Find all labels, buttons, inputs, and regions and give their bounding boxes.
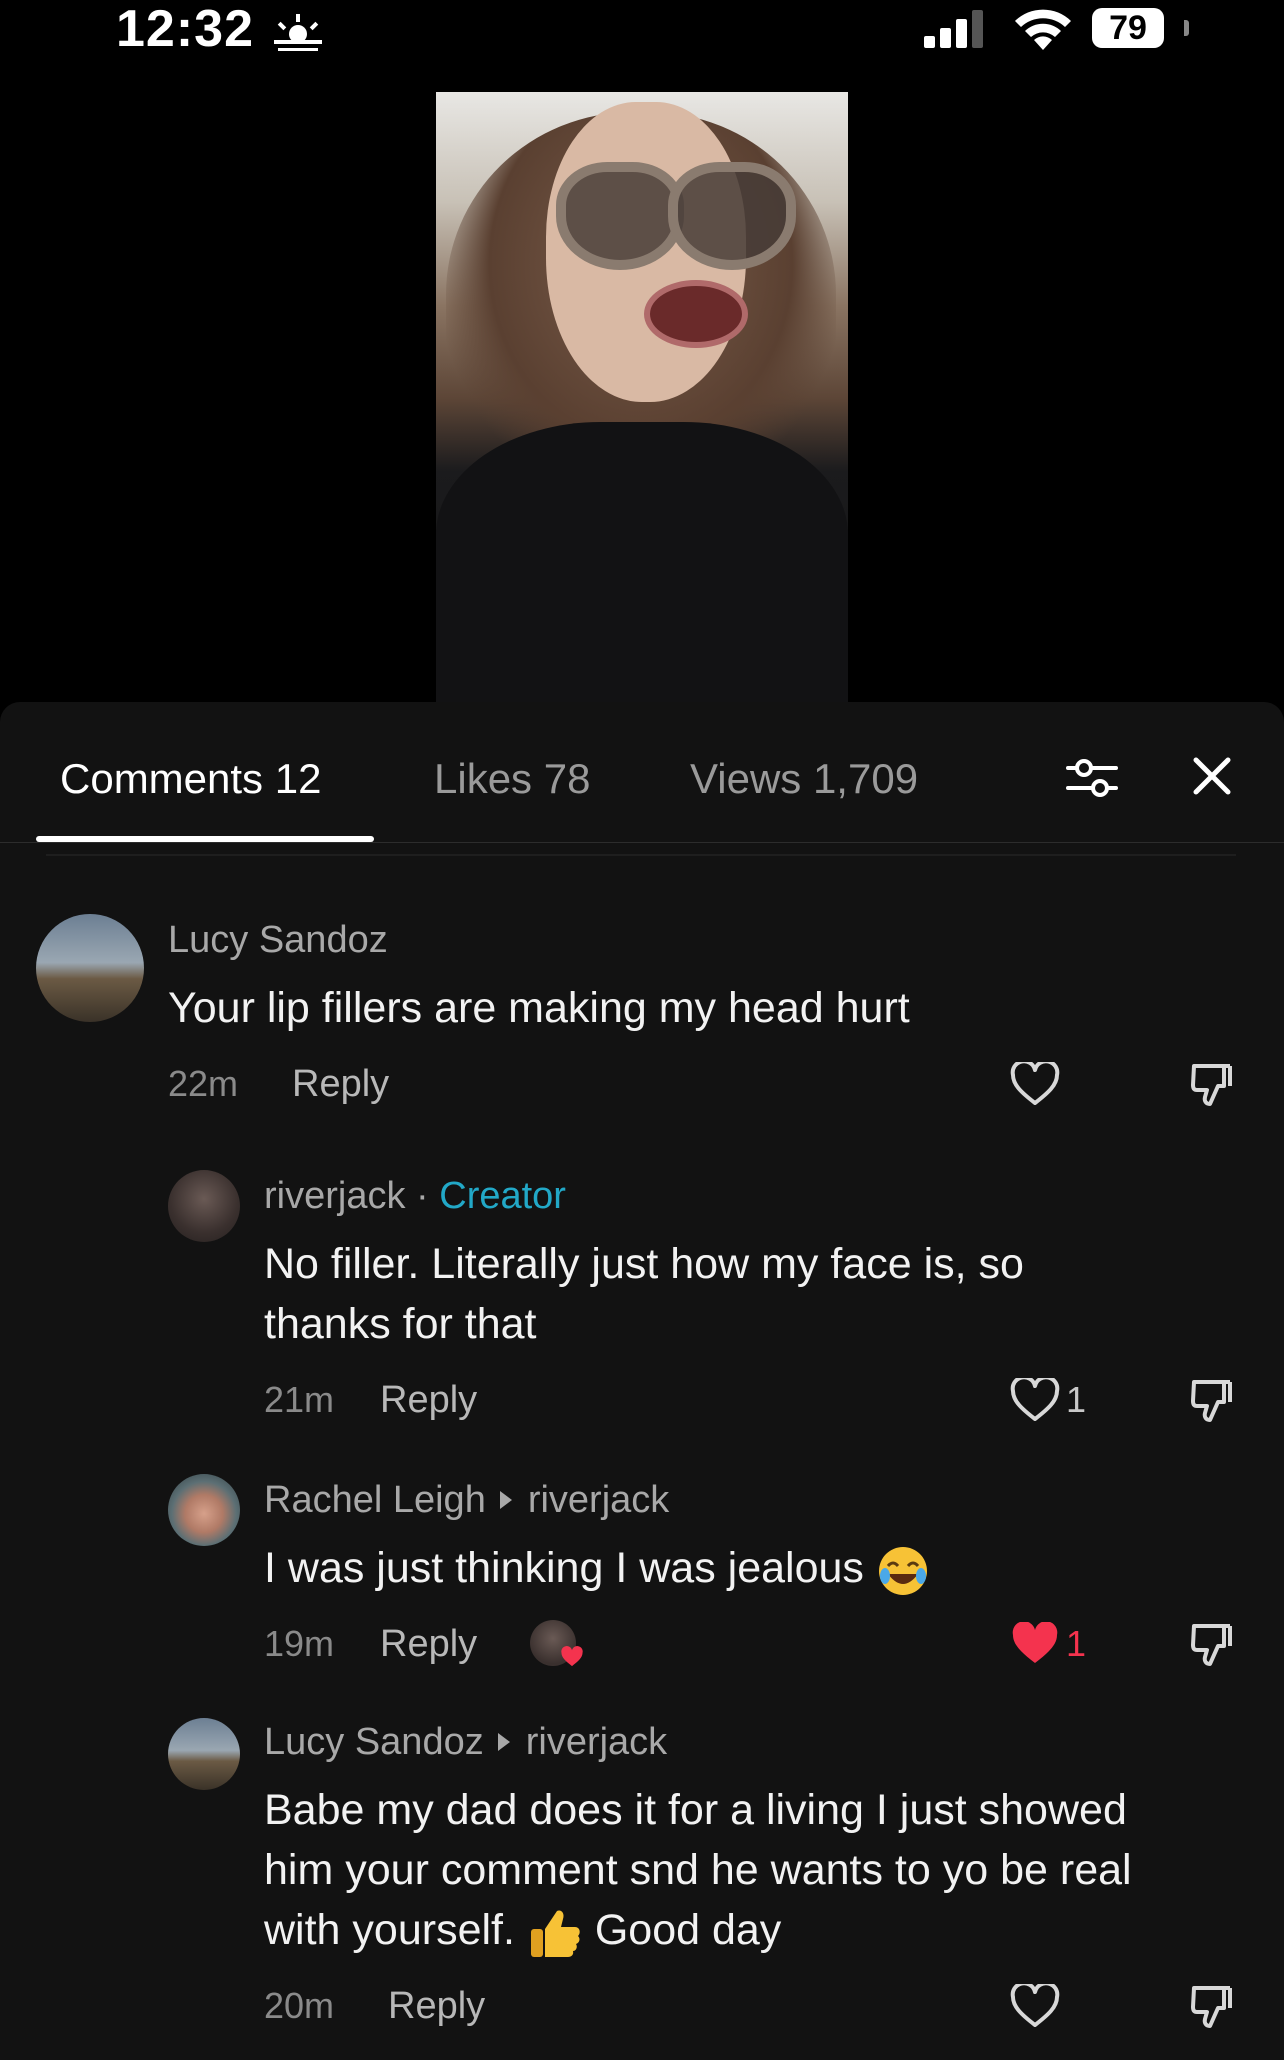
reply-arrow-icon [499,1490,512,1509]
tab-bar: Comments 12 Likes 78 Views 1,709 [0,702,1284,842]
reply-arrow-icon [497,1732,510,1751]
comment-text-line: I was just thinking I was jealous [264,1538,930,1598]
reply-to-user[interactable]: riverjack [526,1721,667,1763]
status-bar: 12:32 79 [0,0,1284,90]
comment-time: 19m [264,1623,335,1664]
comment-text-line-1: Babe my dad does it for a living I just … [264,1786,1127,1834]
thumbs-up-emoji-icon [530,1910,580,1957]
dislike-icon[interactable] [1190,1622,1234,1668]
like-count: 1 [1066,1623,1087,1664]
comment-time: 21m [264,1379,335,1420]
dislike-icon[interactable] [1190,1062,1234,1108]
comment-text-line-2: thanks for that [264,1300,537,1348]
laughing-emoji-icon [878,1546,927,1595]
comment-text-line-1: No filler. Literally just how my face is… [264,1240,1024,1288]
creator-badge: Creator [439,1175,566,1217]
comment-text: Good day [594,1906,782,1954]
sunrise-icon [274,14,322,51]
comment-author[interactable]: riverjack [264,1175,405,1217]
small-heart-icon [561,1646,583,1667]
dislike-icon[interactable] [1190,1984,1234,2030]
battery-tip [1184,20,1189,36]
wifi-icon [1015,9,1071,50]
comment-text: Your lip fillers are making my head hurt [168,984,910,1032]
comment-author-line: Rachel Leigh riverjack [264,1476,669,1524]
like-count: 1 [1066,1379,1087,1420]
comment-time: 20m [264,1985,335,2026]
comment-time: 22m [168,1063,239,1104]
close-icon[interactable] [1190,754,1234,798]
reply-button[interactable]: Reply [292,1060,389,1108]
comment-author-line: riverjack · Creator [264,1175,566,1217]
comment-author-line: Lucy Sandoz riverjack [264,1718,667,1766]
heart-icon[interactable] [1010,1062,1060,1106]
status-time: 12:32 [116,0,254,58]
battery-level: 79 [1092,8,1164,48]
dislike-icon[interactable] [1190,1378,1234,1424]
comment-text-line-3: with yourself. Good day [264,1900,781,1961]
comment-text: with yourself. [264,1906,515,1954]
signal-icon [924,10,983,48]
heart-filled-icon[interactable] [1010,1622,1060,1666]
tab-likes[interactable]: Likes 78 [434,744,590,814]
comment-author[interactable]: Lucy Sandoz [264,1721,484,1763]
tab-views[interactable]: Views 1,709 [690,744,918,814]
tabs-divider [0,842,1284,843]
comment-author[interactable]: Lucy Sandoz [168,916,388,964]
reply-button[interactable]: Reply [380,1376,477,1424]
reply-button[interactable]: Reply [388,1982,485,2030]
list-divider [46,854,1236,856]
heart-icon[interactable] [1010,1984,1060,2028]
reply-to-user[interactable]: riverjack [528,1479,669,1521]
comment-text: I was just thinking I was jealous [264,1544,864,1592]
avatar[interactable] [168,1718,240,1790]
comment-author[interactable]: Rachel Leigh [264,1479,486,1521]
heart-icon[interactable] [1010,1378,1060,1422]
comment-text-line-2: him your comment snd he wants to yo be r… [264,1846,1132,1894]
avatar[interactable] [36,914,144,1022]
avatar[interactable] [168,1170,240,1242]
avatar[interactable] [168,1474,240,1546]
filter-icon[interactable] [1064,752,1120,804]
tab-comments[interactable]: Comments 12 [60,744,321,814]
video-preview[interactable] [436,92,848,704]
reply-button[interactable]: Reply [380,1620,477,1668]
